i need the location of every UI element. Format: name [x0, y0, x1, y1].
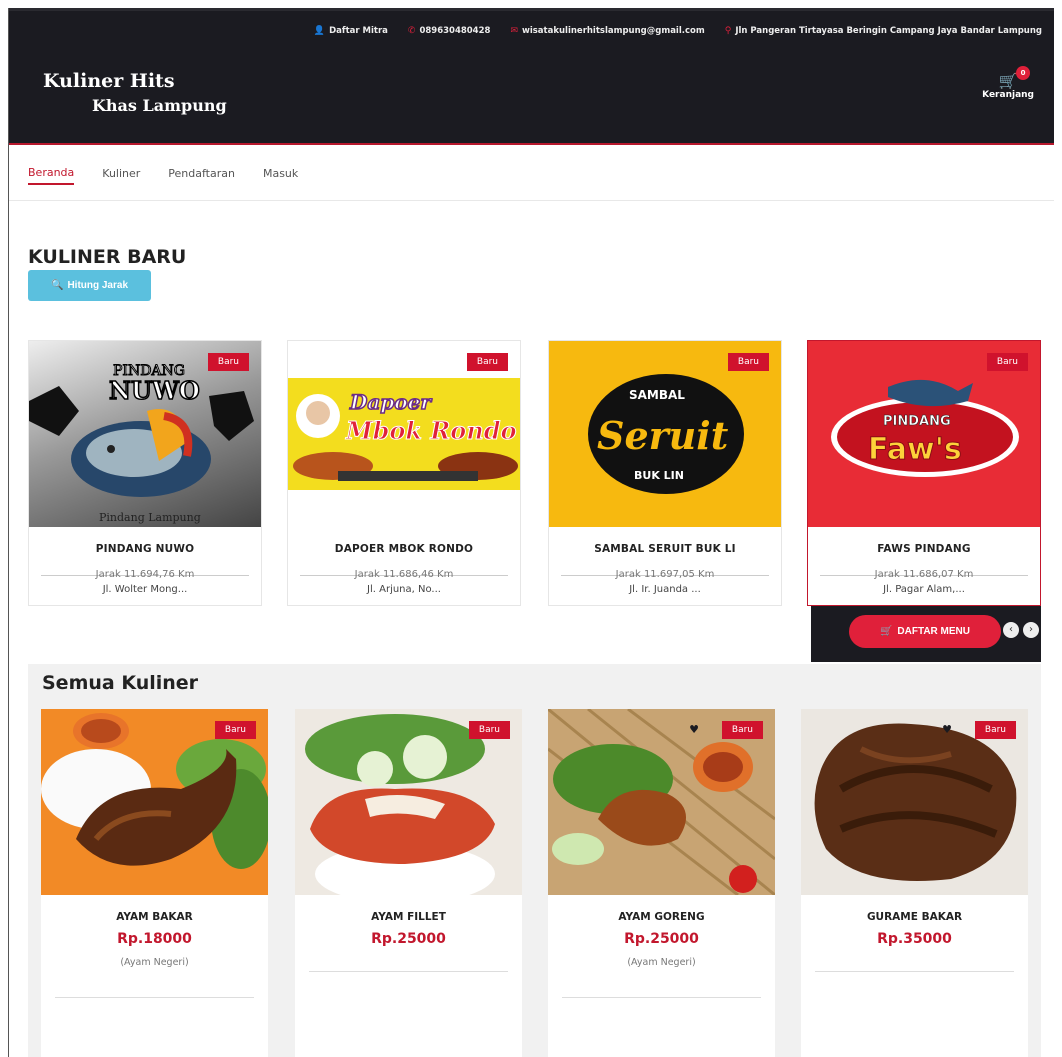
kuliner-baru-title: KULINER BARU	[28, 246, 187, 268]
food-name: AYAM BAKAR	[116, 911, 193, 923]
svg-text:Seruit: Seruit	[597, 413, 729, 458]
svg-text:SAMBAL: SAMBAL	[629, 388, 685, 402]
kuliner-card[interactable]: SAMBAL Seruit BUK LIN Baru SAMBAL SERUIT…	[548, 340, 782, 606]
kuliner-image: SAMBAL Seruit BUK LIN Baru	[549, 341, 781, 527]
food-image: ♥ Baru	[548, 709, 775, 895]
heart-icon[interactable]: ♥	[942, 723, 952, 736]
address-info: ⚲ Jln Pangeran Tirtayasa Beringin Campang…	[724, 25, 1042, 36]
food-price: Rp.25000	[624, 931, 699, 947]
phone-icon: ✆	[407, 25, 416, 36]
site-header: Kuliner Hits Khas Lampung 🛒 0 Keranjang	[9, 50, 1054, 145]
baru-badge: Baru	[986, 353, 1028, 371]
card-hover-bar: 🛒 DAFTAR MENU ‹ ›	[811, 606, 1041, 662]
daftar-menu-button[interactable]: 🛒 DAFTAR MENU	[849, 615, 1001, 648]
food-card[interactable]: Baru AYAM FILLET Rp.25000	[295, 709, 522, 1057]
nav-kuliner[interactable]: Kuliner	[102, 167, 140, 180]
food-card[interactable]: ♥ Baru GURAME BAKAR Rp.35000	[801, 709, 1028, 1057]
food-image: Baru	[41, 709, 268, 895]
nav-masuk[interactable]: Masuk	[263, 167, 298, 180]
browser-frame: 👤 Daftar Mitra ✆ 089630480428 ✉ wisatakulin…	[8, 8, 1054, 1057]
divider	[55, 997, 254, 998]
kuliner-distance: Jarak 11.694,76 Km	[29, 569, 261, 580]
kuliner-address: Jl. Wolter Mong...	[102, 584, 188, 595]
divider	[309, 971, 508, 972]
site-logo[interactable]: Kuliner Hits Khas Lampung	[43, 70, 227, 115]
food-price: Rp.25000	[371, 931, 446, 947]
divider	[815, 971, 1014, 972]
kuliner-card[interactable]: PINDANG NUWO Pindang Lampung Baru PINDAN…	[28, 340, 262, 606]
food-category: (Ayam Negeri)	[627, 957, 696, 968]
food-image: ♥ Baru	[801, 709, 1028, 895]
kuliner-name: SAMBAL SERUIT BUK LI	[594, 543, 736, 555]
phone-info: ✆ 089630480428	[407, 25, 491, 36]
heart-icon[interactable]: ♥	[689, 723, 699, 736]
kuliner-image: PINDANG Faw's Baru	[808, 341, 1040, 527]
food-price: Rp.35000	[877, 931, 952, 947]
semua-kuliner-title: Semua Kuliner	[42, 672, 199, 694]
kuliner-distance: Jarak 11.686,07 Km	[808, 569, 1040, 580]
svg-text:Faw's: Faw's	[868, 432, 962, 467]
svg-text:NUWO: NUWO	[109, 376, 200, 405]
cart-button[interactable]: 🛒 0 Keranjang	[982, 66, 1034, 100]
svg-text:Pindang Lampung: Pindang Lampung	[99, 511, 201, 524]
kuliner-name: DAPOER MBOK RONDO	[334, 543, 474, 555]
baru-badge: Baru	[721, 721, 763, 739]
kuliner-address: Jl. Pagar Alam,...	[883, 584, 965, 595]
food-image: Baru	[295, 709, 522, 895]
baru-badge: Baru	[974, 721, 1016, 739]
kuliner-distance: Jarak 11.686,46 Km	[288, 569, 520, 580]
cart-count-badge: 0	[1016, 66, 1030, 80]
chevron-right-icon[interactable]: ›	[1023, 622, 1039, 638]
kuliner-card[interactable]: Dapoer Mbok Rondo Baru DAPOER MBOK RONDO…	[287, 340, 521, 606]
daftar-mitra-link[interactable]: 👤 Daftar Mitra	[314, 26, 388, 36]
svg-text:BUK LIN: BUK LIN	[634, 469, 684, 482]
baru-badge: Baru	[207, 353, 249, 371]
food-card[interactable]: Baru AYAM BAKAR Rp.18000 (Ayam Negeri)	[41, 709, 268, 1057]
kuliner-address: Jl. Arjuna, No...	[367, 584, 441, 595]
cart-icon: 🛒	[879, 626, 893, 637]
kuliner-image: PINDANG NUWO Pindang Lampung Baru	[29, 341, 261, 527]
svg-text:Mbok Rondo: Mbok Rondo	[345, 416, 517, 445]
food-card[interactable]: ♥ Baru AYAM GORENG Rp.25000 (Ayam Negeri…	[548, 709, 775, 1057]
kuliner-name: FAWS PINDANG	[877, 543, 971, 555]
kuliner-address: Jl. Ir. Juanda ...	[629, 584, 701, 595]
nav-pendaftaran[interactable]: Pendaftaran	[168, 167, 235, 180]
hitung-jarak-button[interactable]: 🔍 Hitung Jarak	[28, 270, 151, 301]
cart-icon: 🛒 0	[982, 66, 1034, 90]
food-category: (Ayam Negeri)	[120, 957, 189, 968]
svg-text:PINDANG: PINDANG	[883, 414, 951, 429]
kuliner-distance: Jarak 11.697,05 Km	[549, 569, 781, 580]
food-name: GURAME BAKAR	[866, 911, 963, 923]
search-icon: 🔍	[50, 280, 64, 291]
kuliner-card[interactable]: PINDANG Faw's Baru FAWS PINDANG Jarak 11…	[807, 340, 1041, 606]
food-name: AYAM GORENG	[618, 911, 705, 923]
baru-badge: Baru	[727, 353, 769, 371]
email-info: ✉ wisatakulinerhitslampung@gmail.com	[510, 25, 705, 36]
food-name: AYAM FILLET	[371, 911, 446, 923]
semua-kuliner-section: Semua Kuliner Baru AYAM BAKAR Rp.18000 (…	[28, 664, 1041, 1057]
kuliner-image: Dapoer Mbok Rondo Baru	[288, 341, 520, 527]
food-price: Rp.18000	[117, 931, 192, 947]
baru-badge: Baru	[466, 353, 508, 371]
svg-text:Dapoer: Dapoer	[349, 390, 432, 414]
baru-badge: Baru	[468, 721, 510, 739]
map-pin-icon: ⚲	[724, 25, 732, 36]
user-icon: 👤	[313, 25, 326, 36]
main-nav: Beranda Kuliner Pendaftaran Masuk	[9, 145, 1054, 201]
nav-beranda[interactable]: Beranda	[28, 166, 75, 185]
baru-badge: Baru	[214, 721, 256, 739]
kuliner-name: PINDANG NUWO	[95, 543, 195, 555]
mail-icon: ✉	[510, 25, 518, 36]
top-bar: 👤 Daftar Mitra ✆ 089630480428 ✉ wisatakulin…	[9, 8, 1054, 50]
chevron-left-icon[interactable]: ‹	[1003, 622, 1019, 638]
divider	[562, 997, 761, 998]
